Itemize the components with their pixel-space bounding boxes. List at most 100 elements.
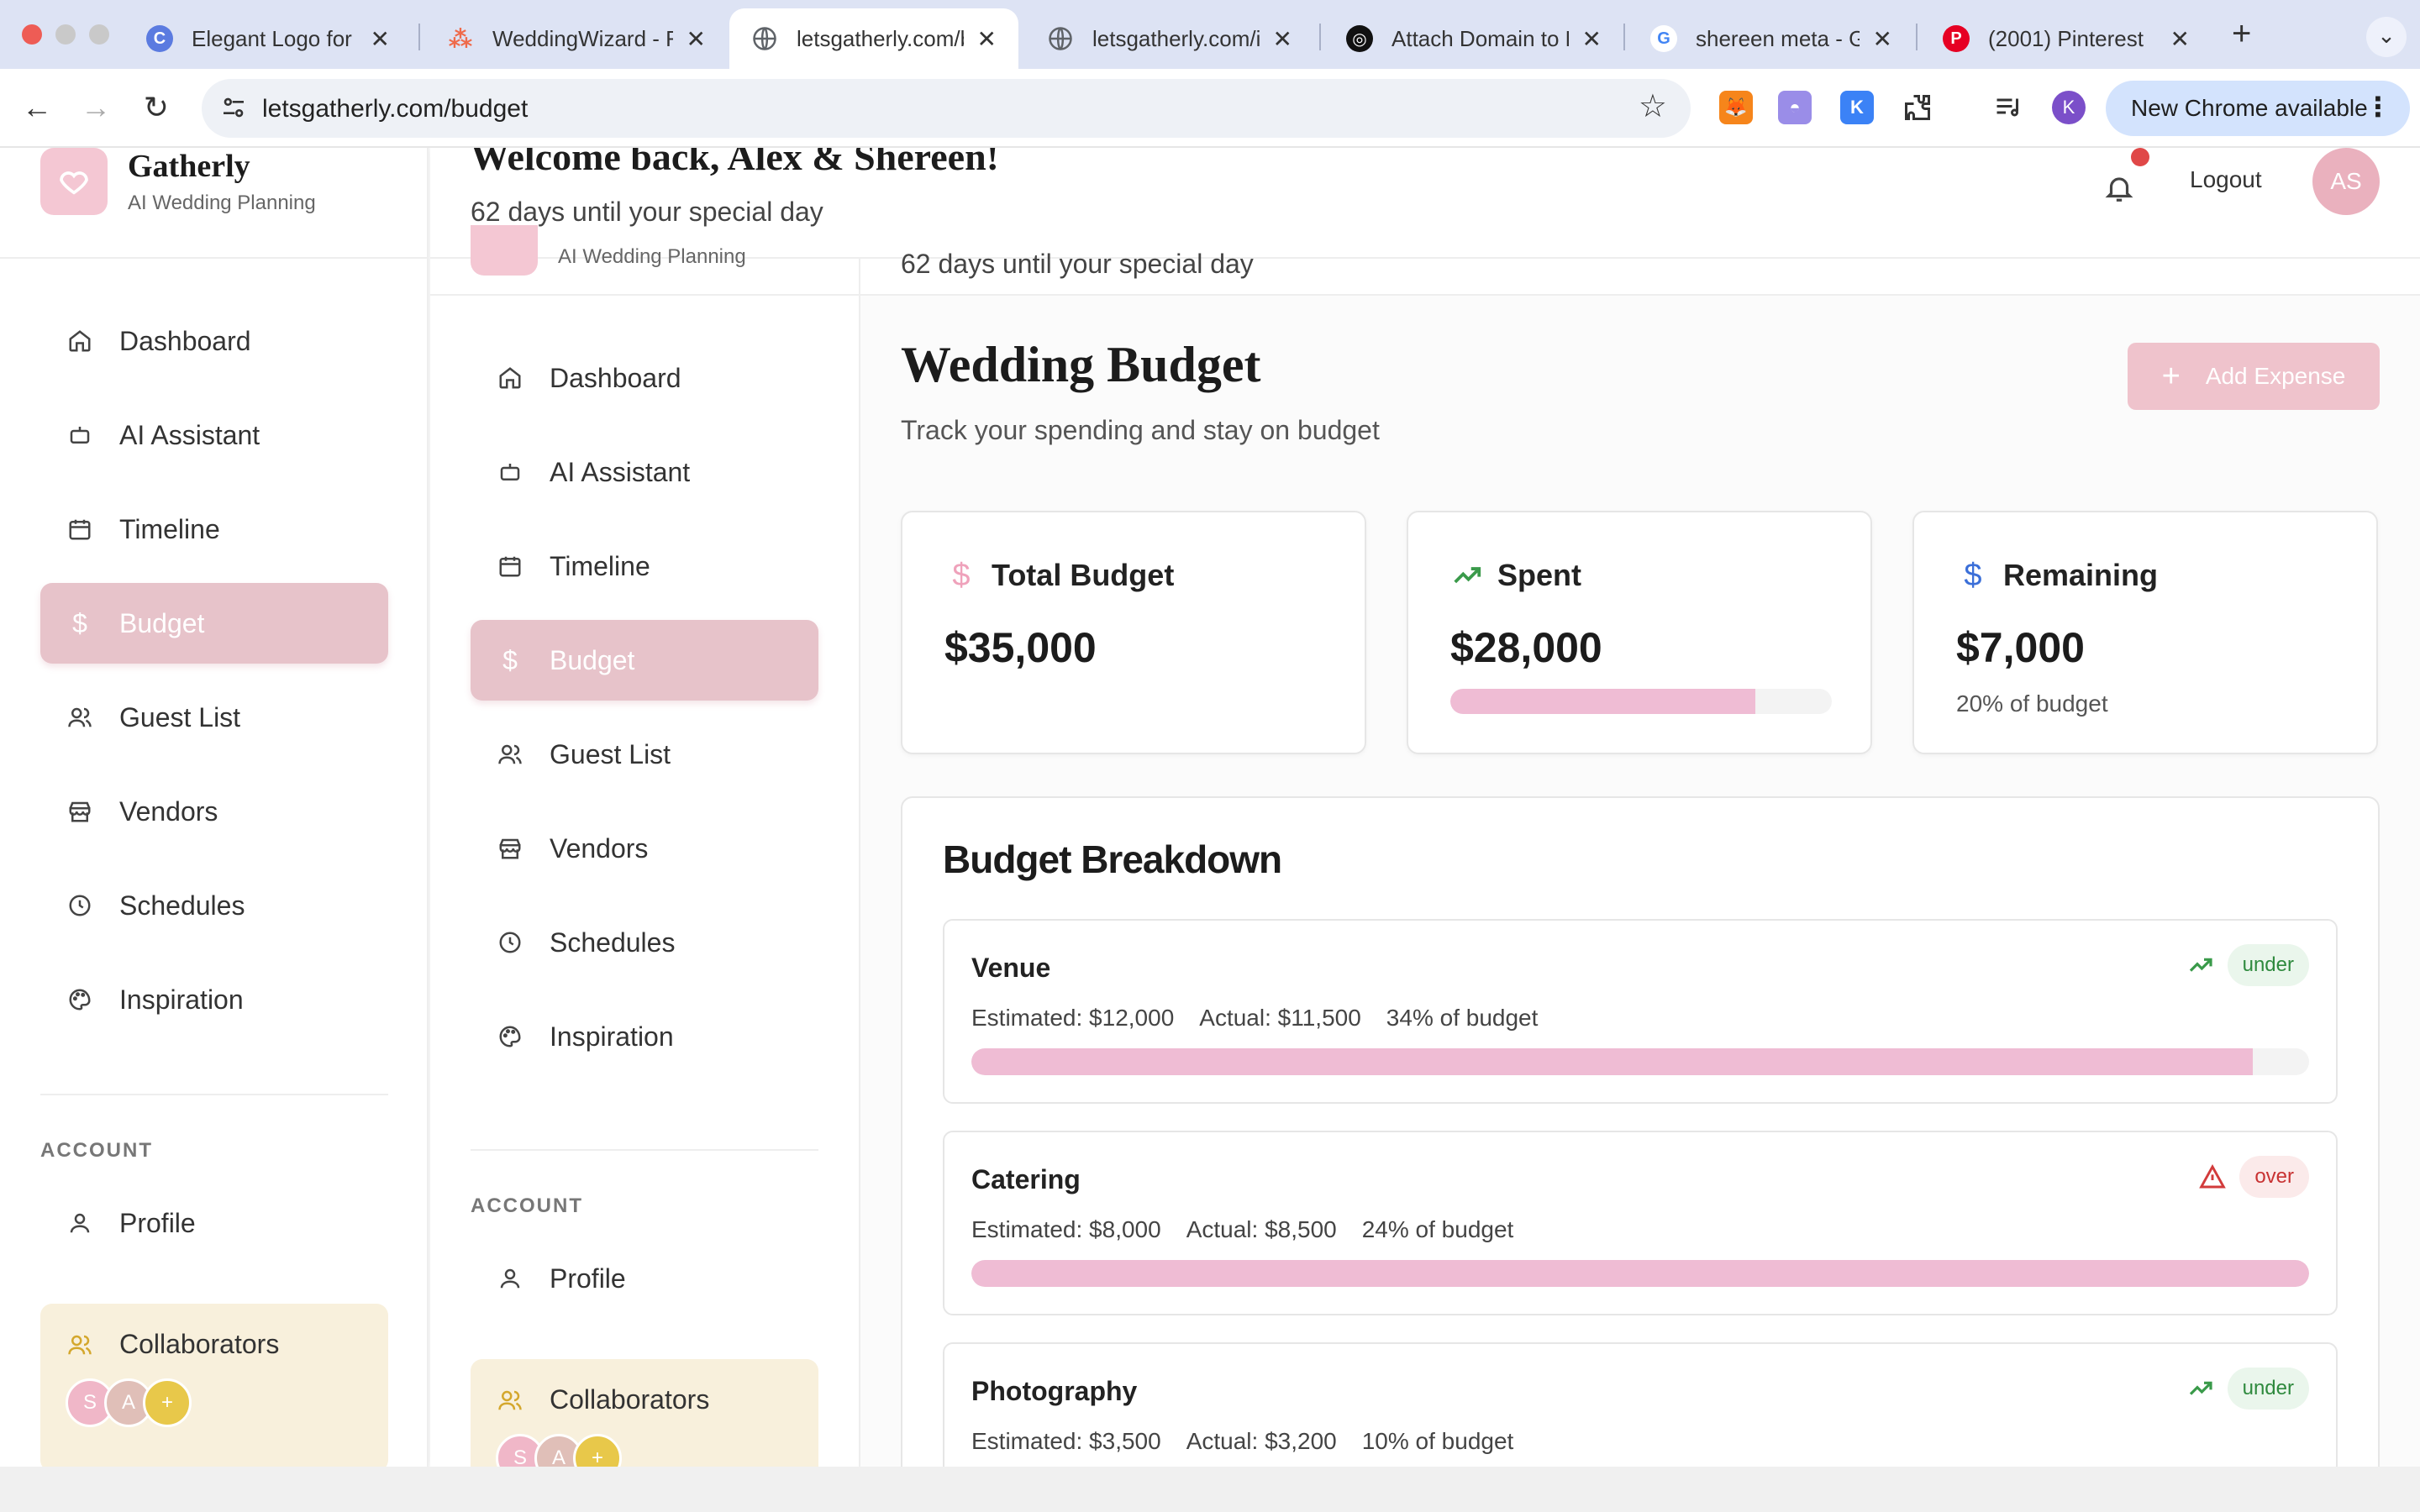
actual-amount: Actual: $3,200 (1186, 1428, 1337, 1454)
sidebar-item-profile[interactable]: Profile (40, 1183, 388, 1263)
collaborators-card[interactable]: Collaborators S A + (40, 1304, 388, 1467)
pinterest-icon: P (1943, 25, 1970, 52)
tab-title: (2001) Pinterest (1988, 25, 2144, 51)
url-text[interactable]: letsgatherly.com/budget (262, 95, 528, 123)
add-collaborator-button[interactable]: + (573, 1434, 622, 1467)
sidebar-item-label: Profile (119, 1207, 196, 1238)
collaborator-avatars: S A + (496, 1434, 818, 1467)
sidebar-item-dashboard[interactable]: Dashboard (471, 338, 818, 418)
forward-arrow-icon[interactable]: → (74, 86, 118, 129)
sidebar-item-profile[interactable]: Profile (471, 1238, 818, 1319)
browser-tab-bar: C Elegant Logo for "T ✕ ⁂ WeddingWizard … (0, 0, 2420, 69)
sidebar-item-budget[interactable]: $ Budget (471, 620, 818, 701)
brand-tagline: AI Wedding Planning (558, 245, 746, 268)
clock-icon (66, 891, 94, 920)
tab-close-icon[interactable]: ✕ (977, 25, 997, 53)
browser-tab[interactable]: letsgatherly.com/ir ✕ (1025, 8, 1314, 69)
browser-tab-active[interactable]: letsgatherly.com/b ✕ (729, 8, 1018, 69)
collaborators-label: Collaborators (119, 1329, 280, 1359)
spent-card: Spent $28,000 (1407, 511, 1872, 754)
sidebar-item-inspiration[interactable]: Inspiration (471, 996, 818, 1077)
brand-name: Gatherly (128, 149, 250, 184)
sidebar-item-guest-list[interactable]: Guest List (40, 677, 388, 758)
browser-tab[interactable]: ◎ Attach Domain to R ✕ (1324, 8, 1623, 69)
budget-item[interactable]: Catering over Estimated: $8,000 Actual: $… (943, 1131, 2338, 1315)
progress-fill (1450, 689, 1756, 714)
logout-button[interactable]: Logout (2190, 166, 2262, 193)
sidebar-item-timeline[interactable]: Timeline (471, 526, 818, 606)
chrome-profile-avatar[interactable]: K (2052, 91, 2086, 124)
minimize-window-button[interactable] (55, 24, 76, 45)
reload-icon[interactable]: ↻ (134, 86, 178, 129)
sidebar-item-timeline[interactable]: Timeline (40, 489, 388, 570)
remaining-card: $ Remaining $7,000 20% of budget (1912, 511, 2378, 754)
browser-tab[interactable]: P (2001) Pinterest ✕ (1921, 8, 2212, 69)
status-badge: over (2239, 1156, 2309, 1198)
bookmark-star-icon[interactable]: ☆ (1639, 87, 1667, 125)
close-window-button[interactable] (22, 24, 42, 45)
sidebar-item-vendors[interactable]: Vendors (471, 808, 818, 889)
add-collaborator-button[interactable]: + (143, 1378, 192, 1427)
budget-item-meta: Estimated: $3,500 Actual: $3,200 10% of bu… (971, 1428, 1539, 1455)
back-arrow-icon[interactable]: ← (15, 86, 59, 129)
tab-close-icon[interactable]: ✕ (1582, 25, 1602, 53)
tab-close-icon[interactable]: ✕ (2170, 25, 2190, 53)
browser-tab[interactable]: C Elegant Logo for "T ✕ (124, 8, 412, 69)
top-header: Welcome back, Alex & Shereen! 62 days un… (430, 148, 2420, 259)
budget-item[interactable]: Venue under Estimated: $12,000 Actual: $1… (943, 919, 2338, 1104)
browser-tab[interactable]: G shereen meta - Go ✕ (1628, 8, 1914, 69)
site-settings-icon[interactable] (220, 94, 247, 125)
budget-item[interactable]: Photography under Estimated: $3,500 Actua… (943, 1342, 2338, 1467)
warning-triangle-icon (2197, 1162, 2228, 1192)
sidebar-item-ai-assistant[interactable]: AI Assistant (471, 432, 818, 512)
collaborators-label: Collaborators (550, 1384, 710, 1415)
add-expense-button[interactable]: + Add Expense (2128, 343, 2380, 410)
sidebar-item-label: AI Assistant (550, 456, 691, 487)
total-budget-card: $ Total Budget $35,000 (901, 511, 1366, 754)
progress-fill (971, 1048, 2254, 1075)
address-bar[interactable]: letsgatherly.com/budget ☆ (202, 79, 1691, 138)
sidebar-item-schedules[interactable]: Schedules (471, 902, 818, 983)
tab-title: Attach Domain to R (1392, 25, 1569, 51)
avatar[interactable]: AS (2312, 148, 2380, 215)
sidebar-item-label: AI Assistant (119, 419, 260, 450)
sidebar-item-vendors[interactable]: Vendors (40, 771, 388, 852)
tab-close-icon[interactable]: ✕ (687, 25, 706, 53)
puzzle-extensions-icon[interactable] (1901, 91, 1934, 124)
sidebar-item-guest-list[interactable]: Guest List (471, 714, 818, 795)
sidebar-item-inspiration[interactable]: Inspiration (40, 959, 388, 1040)
new-tab-icon[interactable]: + (2232, 15, 2251, 53)
sidebar-item-label: Profile (550, 1263, 626, 1294)
sidebar-item-label: Inspiration (550, 1021, 674, 1052)
sidebar-item-dashboard[interactable]: Dashboard (40, 301, 388, 381)
tab-close-icon[interactable]: ✕ (371, 25, 390, 53)
sidebar-item-label: Vendors (550, 832, 649, 864)
sidebar-item-schedules[interactable]: Schedules (40, 865, 388, 946)
stat-value: $28,000 (1450, 624, 1602, 671)
bot-icon (496, 458, 524, 486)
collaborators-card[interactable]: Collaborators S A + (471, 1359, 818, 1467)
budget-item-name: Photography (971, 1376, 1138, 1406)
tab-close-icon[interactable]: ✕ (1273, 25, 1292, 53)
brand-tagline: AI Wedding Planning (128, 192, 316, 214)
media-controls-icon[interactable] (1991, 91, 2025, 124)
users-icon (66, 1331, 94, 1359)
brand[interactable]: Gatherly AI Wedding Planning (40, 148, 410, 259)
bell-icon[interactable] (2094, 163, 2144, 213)
budget-item-name: Catering (971, 1164, 1081, 1194)
chrome-menu-icon[interactable]: ⋮ (2365, 91, 2391, 123)
sidebar-item-budget[interactable]: $ Budget (40, 583, 388, 664)
k-extension-icon[interactable]: K (1840, 91, 1874, 124)
browser-tab[interactable]: ⁂ WeddingWizard - F ✕ (425, 8, 728, 69)
sidebar-item-ai-assistant[interactable]: AI Assistant (40, 395, 388, 475)
extension-icon[interactable]: ◓ (1778, 91, 1812, 124)
estimated-amount: Estimated: $8,000 (971, 1216, 1161, 1242)
tab-close-icon[interactable]: ✕ (1873, 25, 1892, 53)
actual-amount: Actual: $11,500 (1199, 1005, 1361, 1031)
metamask-extension-icon[interactable]: 🦊 (1719, 91, 1753, 124)
users-icon (496, 1386, 524, 1415)
new-chrome-available-button[interactable]: New Chrome available ⋮ (2106, 81, 2410, 136)
maximize-window-button[interactable] (89, 24, 109, 45)
inner-sidebar: AI Wedding Planning Dashboard AI Assista… (430, 225, 860, 1467)
tab-search-chevron-icon[interactable]: ⌄ (2366, 17, 2407, 57)
